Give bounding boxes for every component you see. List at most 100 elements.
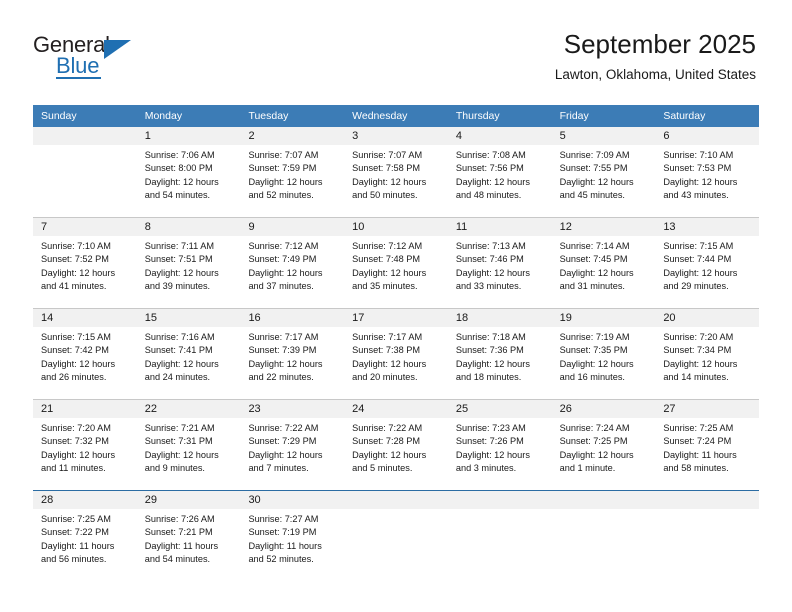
weekday-header-row: Sunday Monday Tuesday Wednesday Thursday Frid…	[33, 105, 759, 127]
day-detail-sunset: Sunset: 7:41 PM	[144, 345, 213, 356]
blue-triangle-icon	[104, 40, 131, 59]
calendar-day-cell[interactable]: 4 Sunrise: 7:08 AM Sunset: 7:56 PM Daylight…	[447, 127, 552, 217]
calendar-day-cell[interactable]: 1 Sunrise: 7:06 AM Sunset: 8:00 PM Daylight…	[136, 127, 241, 217]
calendar-day-cell[interactable]: 3 Sunrise: 7:07 AM Sunset: 7:58 PM Daylight…	[344, 127, 448, 217]
day-detail-sunset: Sunset: 7:36 PM	[455, 345, 524, 356]
calendar-week-row: 28 Sunrise: 7:25 AM Sunset: 7:22 PM Dayligh…	[33, 490, 760, 581]
day-detail-daylight2: and 11 minutes.	[41, 463, 106, 474]
day-number: 24	[344, 400, 448, 418]
weekday-header-wednesday: Wednesday	[352, 110, 408, 122]
day-detail-sunrise: Sunrise: 7:17 AM	[352, 332, 423, 342]
calendar-day-cell[interactable]: 21 Sunrise: 7:20 AM Sunset: 7:32 PM Dayligh…	[33, 400, 137, 490]
calendar-day-cell[interactable]: 12 Sunrise: 7:14 AM Sunset: 7:45 PM Dayligh…	[551, 218, 656, 308]
day-detail-sunset: Sunset: 8:00 PM	[144, 163, 213, 174]
day-details: Sunrise: 7:21 AM Sunset: 7:31 PM Daylight:…	[136, 418, 241, 490]
day-detail-daylight2: and 39 minutes.	[144, 281, 211, 292]
day-detail-sunset: Sunset: 7:46 PM	[455, 254, 524, 265]
calendar-day-cell[interactable]: 29 Sunrise: 7:26 AM Sunset: 7:21 PM Dayligh…	[136, 491, 241, 581]
calendar-day-cell[interactable]: 19 Sunrise: 7:19 AM Sunset: 7:35 PM Dayligh…	[551, 309, 656, 399]
day-details: Sunrise: 7:17 AM Sunset: 7:39 PM Daylight:…	[240, 327, 345, 399]
day-detail-sunset: Sunset: 7:49 PM	[248, 254, 317, 265]
weekday-header-sunday: Sunday	[41, 110, 77, 122]
day-detail-sunset: Sunset: 7:28 PM	[352, 436, 421, 447]
day-detail-daylight2: and 16 minutes.	[559, 372, 625, 383]
day-detail-sunrise: Sunrise: 7:09 AM	[559, 150, 630, 160]
day-number: 16	[240, 309, 345, 327]
calendar-day-cell[interactable]: 13 Sunrise: 7:15 AM Sunset: 7:44 PM Dayligh…	[655, 218, 760, 308]
day-details: Sunrise: 7:10 AM Sunset: 7:53 PM Daylight:…	[655, 145, 760, 217]
day-detail-sunset: Sunset: 7:21 PM	[144, 527, 213, 538]
day-detail-sunrise: Sunrise: 7:08 AM	[455, 150, 526, 160]
calendar-day-cell[interactable]: 18 Sunrise: 7:18 AM Sunset: 7:36 PM Dayligh…	[447, 309, 552, 399]
day-detail-sunrise: Sunrise: 7:22 AM	[248, 423, 319, 433]
day-details: Sunrise: 7:27 AM Sunset: 7:19 PM Daylight:…	[240, 509, 345, 581]
day-detail-sunset: Sunset: 7:31 PM	[144, 436, 213, 447]
day-number	[655, 491, 760, 509]
calendar-week-row: 1 Sunrise: 7:06 AM Sunset: 8:00 PM Daylight…	[33, 127, 760, 217]
day-detail-sunrise: Sunrise: 7:20 AM	[663, 332, 734, 342]
weekday-header-monday: Monday	[144, 110, 183, 122]
calendar-day-cell[interactable]: 17 Sunrise: 7:17 AM Sunset: 7:38 PM Dayligh…	[344, 309, 448, 399]
calendar-day-cell[interactable]: 11 Sunrise: 7:13 AM Sunset: 7:46 PM Dayligh…	[447, 218, 552, 308]
day-detail-sunrise: Sunrise: 7:24 AM	[559, 423, 630, 433]
day-detail-daylight2: and 29 minutes.	[663, 281, 729, 292]
day-number: 1	[136, 127, 241, 145]
day-detail-daylight2: and 14 minutes.	[663, 372, 729, 383]
day-detail-sunrise: Sunrise: 7:22 AM	[352, 423, 423, 433]
day-detail-sunrise: Sunrise: 7:23 AM	[455, 423, 526, 433]
day-details	[551, 509, 656, 581]
calendar-day-cell[interactable]: 20 Sunrise: 7:20 AM Sunset: 7:34 PM Dayligh…	[655, 309, 760, 399]
day-number: 10	[344, 218, 448, 236]
day-detail-sunset: Sunset: 7:32 PM	[41, 436, 109, 447]
calendar-day-cell-empty	[33, 127, 137, 217]
day-number: 4	[447, 127, 552, 145]
calendar-day-cell[interactable]: 10 Sunrise: 7:12 AM Sunset: 7:48 PM Dayligh…	[344, 218, 448, 308]
calendar-day-cell[interactable]: 28 Sunrise: 7:25 AM Sunset: 7:22 PM Dayligh…	[33, 491, 137, 581]
day-detail-sunrise: Sunrise: 7:12 AM	[248, 241, 319, 251]
calendar-day-cell[interactable]: 15 Sunrise: 7:16 AM Sunset: 7:41 PM Dayligh…	[136, 309, 241, 399]
day-number: 30	[240, 491, 345, 509]
day-number: 26	[551, 400, 656, 418]
calendar-day-cell[interactable]: 24 Sunrise: 7:22 AM Sunset: 7:28 PM Dayligh…	[344, 400, 448, 490]
calendar-day-cell[interactable]: 6 Sunrise: 7:10 AM Sunset: 7:53 PM Daylight…	[655, 127, 760, 217]
calendar-day-cell[interactable]: 23 Sunrise: 7:22 AM Sunset: 7:29 PM Dayligh…	[240, 400, 345, 490]
day-detail-sunset: Sunset: 7:55 PM	[559, 163, 628, 174]
calendar-day-cell[interactable]: 8 Sunrise: 7:11 AM Sunset: 7:51 PM Daylight…	[136, 218, 241, 308]
calendar-day-cell[interactable]: 14 Sunrise: 7:15 AM Sunset: 7:42 PM Dayligh…	[33, 309, 137, 399]
day-detail-sunset: Sunset: 7:53 PM	[663, 163, 732, 174]
day-number: 5	[551, 127, 656, 145]
day-detail-daylight2: and 9 minutes.	[144, 463, 205, 474]
calendar-day-cell[interactable]: 27 Sunrise: 7:25 AM Sunset: 7:24 PM Dayligh…	[655, 400, 760, 490]
day-detail-daylight2: and 41 minutes.	[41, 281, 107, 292]
calendar-day-cell[interactable]: 22 Sunrise: 7:21 AM Sunset: 7:31 PM Dayligh…	[136, 400, 241, 490]
day-detail-sunset: Sunset: 7:25 PM	[559, 436, 628, 447]
day-detail-daylight1: Daylight: 12 hours	[559, 176, 634, 187]
day-number	[551, 491, 656, 509]
day-detail-sunrise: Sunrise: 7:13 AM	[455, 241, 526, 251]
calendar-day-cell[interactable]: 9 Sunrise: 7:12 AM Sunset: 7:49 PM Daylight…	[240, 218, 345, 308]
general-blue-logo[interactable]: General Blue	[33, 32, 163, 82]
calendar-day-cell[interactable]: 7 Sunrise: 7:10 AM Sunset: 7:52 PM Daylight…	[33, 218, 137, 308]
day-details: Sunrise: 7:20 AM Sunset: 7:34 PM Daylight:…	[655, 327, 760, 399]
day-detail-sunrise: Sunrise: 7:16 AM	[144, 332, 215, 342]
calendar-day-cell[interactable]: 16 Sunrise: 7:17 AM Sunset: 7:39 PM Dayligh…	[240, 309, 345, 399]
calendar-week-row: 21 Sunrise: 7:20 AM Sunset: 7:32 PM Dayligh…	[33, 399, 760, 490]
day-detail-sunset: Sunset: 7:22 PM	[41, 527, 109, 538]
day-number	[447, 491, 552, 509]
day-details: Sunrise: 7:13 AM Sunset: 7:46 PM Daylight:…	[447, 236, 552, 308]
calendar-day-cell[interactable]: 25 Sunrise: 7:23 AM Sunset: 7:26 PM Dayligh…	[447, 400, 552, 490]
calendar-day-cell[interactable]: 2 Sunrise: 7:07 AM Sunset: 7:59 PM Daylight…	[240, 127, 345, 217]
day-detail-daylight1: Daylight: 12 hours	[41, 449, 116, 460]
day-detail-daylight2: and 58 minutes.	[663, 463, 729, 474]
calendar-day-cell[interactable]: 5 Sunrise: 7:09 AM Sunset: 7:55 PM Daylight…	[551, 127, 656, 217]
day-details: Sunrise: 7:06 AM Sunset: 8:00 PM Daylight:…	[136, 145, 241, 217]
day-detail-daylight1: Daylight: 11 hours	[144, 540, 219, 551]
day-detail-sunset: Sunset: 7:26 PM	[455, 436, 524, 447]
calendar-day-cell[interactable]: 30 Sunrise: 7:27 AM Sunset: 7:19 PM Dayligh…	[240, 491, 345, 581]
day-detail-sunrise: Sunrise: 7:18 AM	[455, 332, 526, 342]
day-detail-sunset: Sunset: 7:19 PM	[248, 527, 317, 538]
day-number: 23	[240, 400, 345, 418]
day-detail-daylight1: Daylight: 12 hours	[663, 176, 738, 187]
day-number: 15	[136, 309, 241, 327]
calendar-day-cell[interactable]: 26 Sunrise: 7:24 AM Sunset: 7:25 PM Dayligh…	[551, 400, 656, 490]
